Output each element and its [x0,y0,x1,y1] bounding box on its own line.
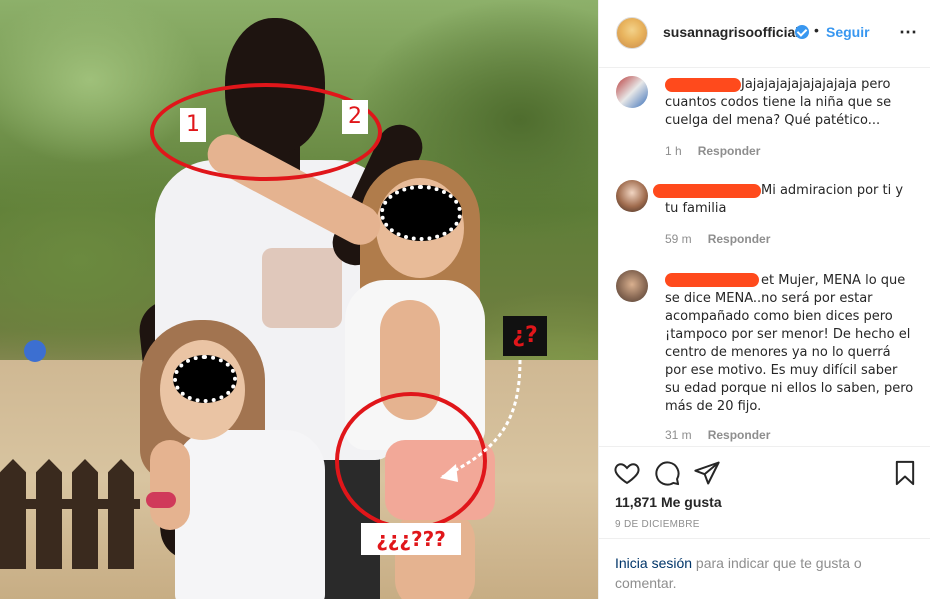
annotation-question-caption: ¿¿¿??? [361,523,461,555]
comment-meta: 59 m Responder [665,232,770,246]
comments-list[interactable]: Jajajajajajajajajaja pero cuantos codos … [599,68,930,446]
comment-time: 59 m [665,232,692,246]
bookmark-icon[interactable] [891,459,919,487]
share-icon[interactable] [693,459,721,487]
post-sidebar: susannagrisoofficial • Seguir ⋯ Jajajaja… [598,0,930,599]
comment-meta: 1 h Responder [665,144,760,158]
login-link[interactable]: Inicia sesión [615,555,692,571]
reply-button[interactable]: Responder [708,428,771,442]
post-date: 9 DE DICIEMBRE [615,519,700,530]
separator-dot: • [814,22,819,38]
heart-icon[interactable] [613,459,641,487]
annotation-tag-1: 1 [180,108,206,142]
annotation-tag-2: 2 [342,100,368,134]
comment-meta: 31 m Responder [665,428,770,442]
post-header: susannagrisoofficial • Seguir ⋯ [599,0,930,68]
avatar[interactable] [616,76,648,108]
follow-button[interactable]: Seguir [826,24,870,40]
login-prompt: Inicia sesión para indicar que te gusta … [599,538,930,599]
avatar[interactable] [616,180,648,212]
likes-count[interactable]: 11,871 Me gusta [615,494,722,510]
reply-button[interactable]: Responder [708,232,771,246]
avatar[interactable] [616,270,648,302]
comment-text: Mi admiracion por ti y tu familia [665,183,904,216]
comment-text: et Mujer, MENA lo que se dice MENA..no s… [665,273,914,414]
annotation-question-box: ¿? [503,316,547,356]
comment-time: 31 m [665,428,692,442]
avatar[interactable] [616,17,648,49]
reply-button[interactable]: Responder [698,144,761,158]
annotation-arrow [439,359,522,482]
verified-badge-icon [795,25,809,39]
comment-text: Jajajajajajajajajaja pero cuantos codos … [665,77,892,128]
comment-time: 1 h [665,144,682,158]
more-options-icon[interactable]: ⋯ [899,22,918,43]
post-photo[interactable]: 1 2 ¿? ¿¿¿??? [0,0,598,599]
comment-icon[interactable] [653,459,681,487]
post-username[interactable]: susannagrisoofficial [663,24,799,40]
